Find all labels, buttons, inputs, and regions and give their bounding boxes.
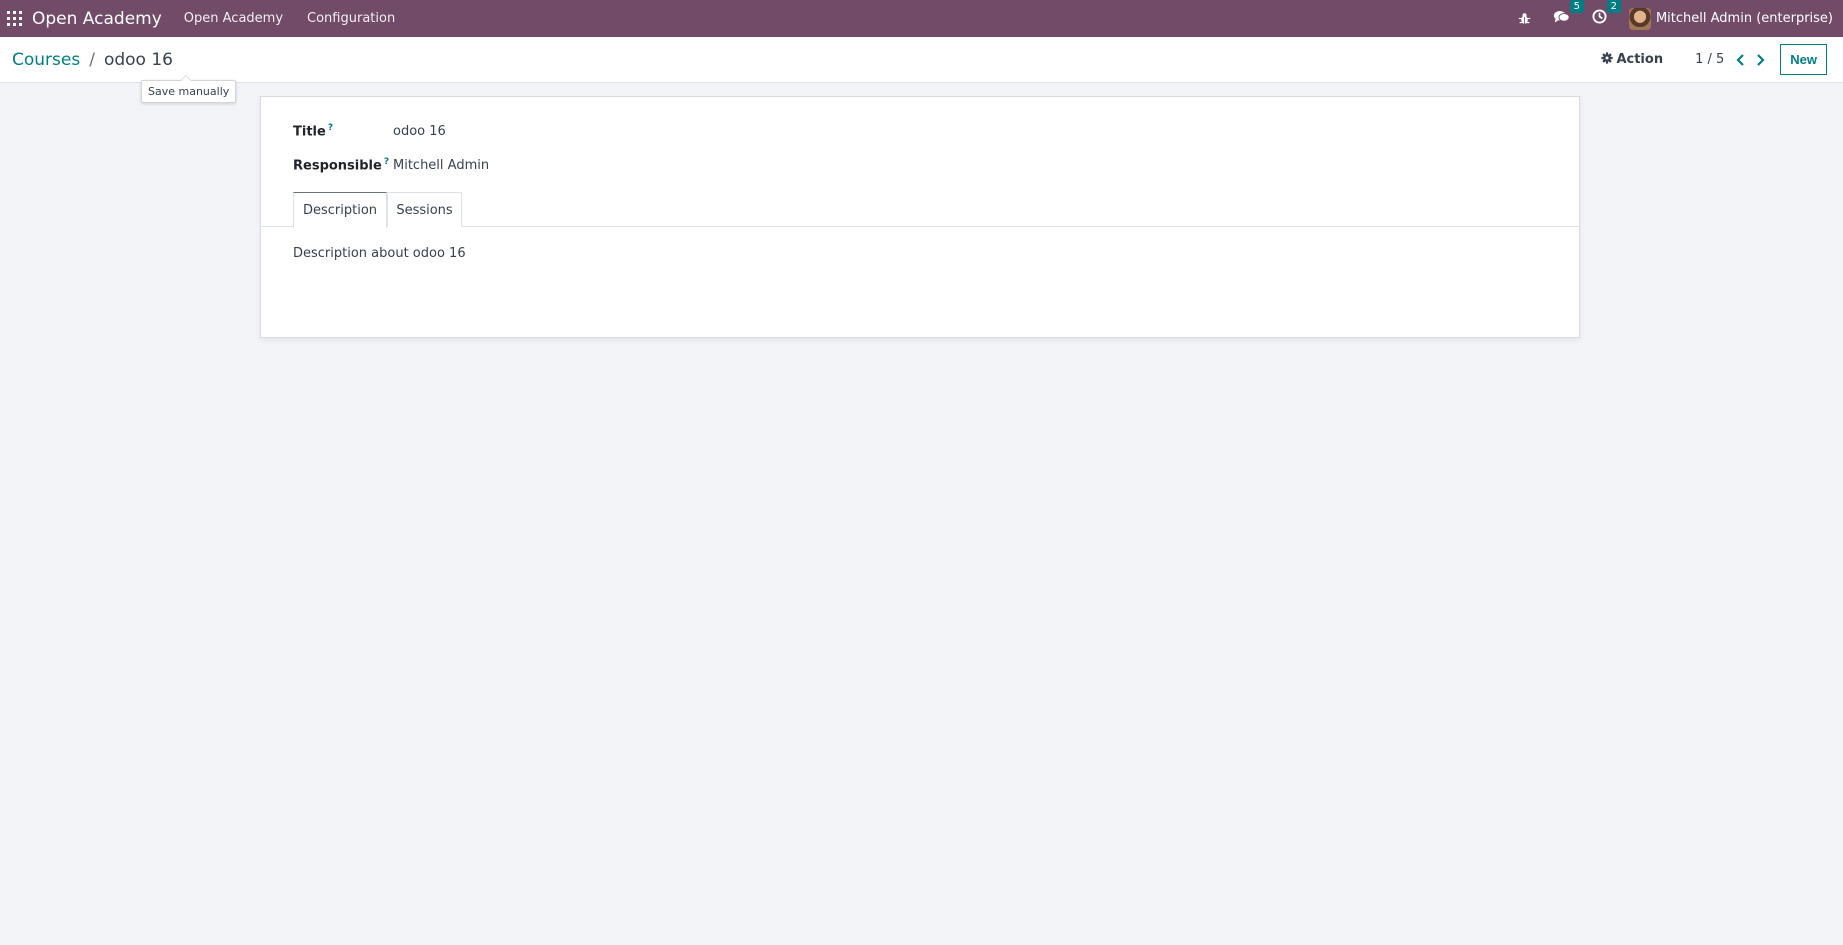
bug-icon[interactable] [1518, 12, 1531, 25]
activities-count-badge: 2 [1606, 0, 1621, 13]
breadcrumb-courses[interactable]: Courses [12, 50, 80, 70]
control-panel: Courses / odoo 16 Action 1 / 5 New [0, 37, 1843, 83]
top-navbar: Open Academy Open Academy Configuration … [0, 0, 1843, 37]
notebook-tabs: Description Sessions [261, 192, 1579, 228]
menu-open-academy[interactable]: Open Academy [184, 11, 283, 26]
chat-icon [1553, 9, 1570, 28]
responsible-help-icon[interactable]: ? [384, 157, 389, 167]
user-name: Mitchell Admin (enterprise) [1655, 11, 1833, 26]
apps-grid-icon[interactable] [7, 11, 22, 26]
clock-icon [1592, 9, 1607, 28]
save-manually-tooltip: Save manually [141, 75, 237, 103]
menu-configuration[interactable]: Configuration [307, 11, 395, 26]
messages-button[interactable]: 5 [1553, 0, 1584, 28]
action-button[interactable]: Action [1601, 51, 1664, 68]
title-label: Title? [293, 123, 393, 139]
responsible-field-row: Responsible? Mitchell Admin [293, 157, 489, 173]
title-help-icon[interactable]: ? [328, 123, 333, 133]
chevron-right-icon[interactable] [1755, 53, 1765, 66]
description-field[interactable]: Description about odoo 16 [293, 246, 466, 261]
tab-sessions[interactable]: Sessions [387, 192, 462, 227]
title-field-row: Title? odoo 16 [293, 123, 446, 139]
responsible-label: Responsible? [293, 157, 393, 173]
navbar-systray: 5 2 Mitchell Admin (enterprise) [1518, 0, 1843, 37]
chevron-left-icon[interactable] [1736, 53, 1746, 66]
activities-button[interactable]: 2 [1592, 0, 1621, 28]
action-label: Action [1616, 52, 1664, 67]
title-input[interactable]: odoo 16 [393, 124, 446, 139]
breadcrumb-current: odoo 16 [103, 49, 173, 70]
messages-count-badge: 5 [1569, 0, 1584, 13]
responsible-label-text: Responsible [293, 158, 382, 174]
breadcrumb-separator: / [89, 49, 95, 70]
user-menu[interactable]: Mitchell Admin (enterprise) [1628, 7, 1833, 30]
responsible-field[interactable]: Mitchell Admin [393, 158, 489, 173]
breadcrumb: Courses / odoo 16 [12, 50, 173, 70]
control-right: Action 1 / 5 New [1601, 37, 1843, 82]
app-brand[interactable]: Open Academy [32, 9, 162, 29]
new-button[interactable]: New [1780, 44, 1827, 75]
form-sheet: Title? odoo 16 Responsible? Mitchell Adm… [260, 96, 1580, 338]
gear-icon [1601, 51, 1614, 68]
title-label-text: Title [293, 124, 326, 140]
avatar [1628, 7, 1651, 30]
pager-value[interactable]: 1 / 5 [1695, 52, 1724, 67]
tab-description[interactable]: Description [293, 192, 387, 228]
